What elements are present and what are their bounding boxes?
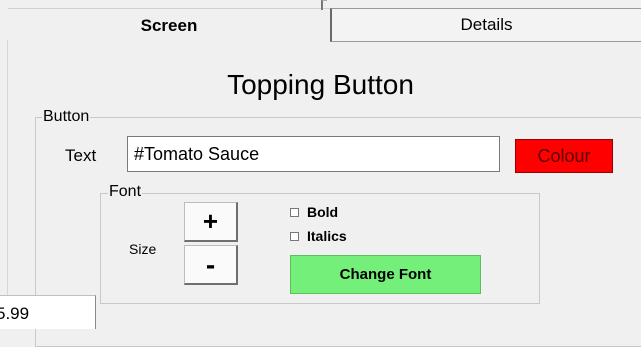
change-font-button-label: Change Font xyxy=(339,266,432,283)
button-group-legend: Button xyxy=(42,108,91,126)
italics-checkbox[interactable]: Italics xyxy=(290,228,347,244)
italics-checkbox-label: Italics xyxy=(307,228,347,244)
italics-checkbox-box[interactable] xyxy=(290,231,299,241)
minus-icon: - xyxy=(205,248,216,280)
size-decrease-button[interactable]: - xyxy=(184,245,238,285)
change-font-button[interactable]: Change Font xyxy=(290,255,481,294)
tab-details-label: Details xyxy=(460,15,513,34)
size-increase-button[interactable]: + xyxy=(184,202,238,242)
tab-divider xyxy=(321,0,327,10)
bold-checkbox[interactable]: Bold xyxy=(290,204,338,220)
tab-screen-label: Screen xyxy=(140,15,198,35)
price-field: 5.99 xyxy=(0,295,96,329)
page-title: Topping Button xyxy=(227,69,414,100)
plus-icon: + xyxy=(202,206,219,236)
bold-checkbox-label: Bold xyxy=(307,204,339,220)
button-text-input[interactable] xyxy=(127,136,500,172)
bold-checkbox-box[interactable] xyxy=(290,207,299,217)
price-value: 5.99 xyxy=(0,304,30,323)
tab-screen[interactable]: Screen xyxy=(8,8,330,42)
text-label: Text xyxy=(65,146,97,165)
colour-button[interactable]: Colour xyxy=(515,139,613,173)
font-group-legend: Font xyxy=(108,183,143,201)
tab-details[interactable]: Details xyxy=(330,8,641,42)
size-label: Size xyxy=(129,241,157,257)
colour-button-label: Colour xyxy=(537,145,591,166)
